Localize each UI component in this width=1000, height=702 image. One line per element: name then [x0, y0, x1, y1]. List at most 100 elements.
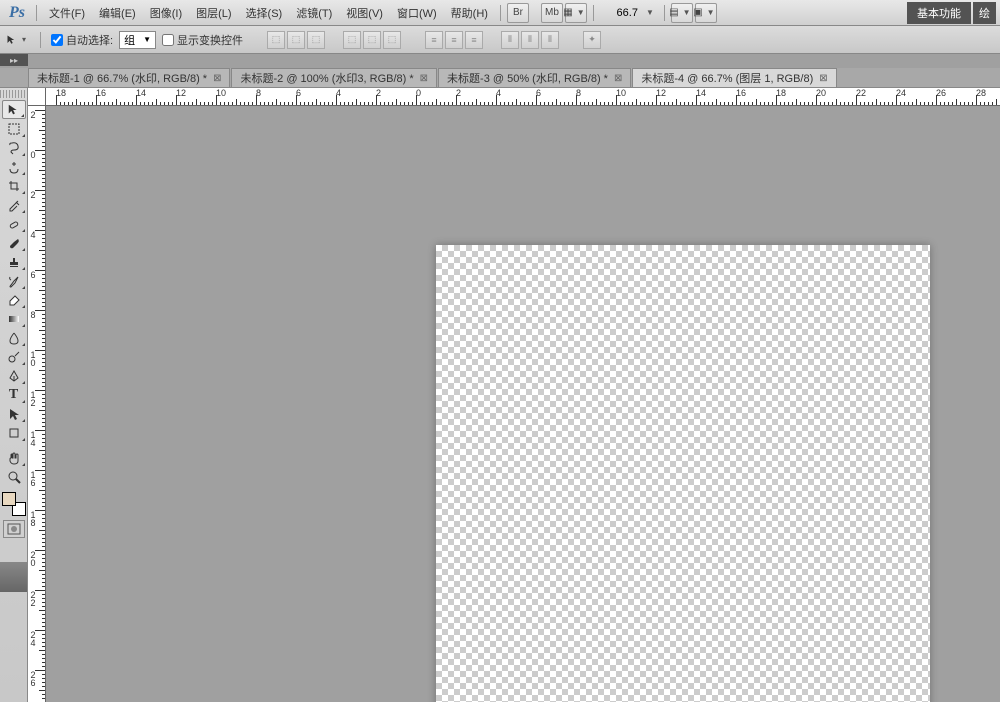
divider — [36, 5, 37, 21]
dodge-tool[interactable] — [2, 347, 26, 366]
auto-select-label: 自动选择: — [66, 32, 113, 48]
tab-label: 未标题-3 @ 50% (水印, RGB/8) * — [447, 70, 608, 86]
align-left-icon[interactable]: ⬚ — [343, 31, 361, 49]
distribute-top-icon[interactable]: ≡ — [425, 31, 443, 49]
screenmode-button[interactable]: ▦▼ — [565, 3, 587, 23]
align-vcenter-icon[interactable]: ⬚ — [287, 31, 305, 49]
distribute-group-2: ⦀ ⦀ ⦀ — [501, 31, 559, 49]
distribute-hcenter-icon[interactable]: ⦀ — [521, 31, 539, 49]
auto-select-checkbox[interactable]: 自动选择: — [51, 32, 113, 48]
auto-select-input[interactable] — [51, 34, 63, 46]
menu-edit[interactable]: 编辑(E) — [93, 2, 142, 24]
menu-layer[interactable]: 图层(L) — [190, 2, 237, 24]
toolbox: T — [0, 88, 28, 702]
auto-select-target[interactable]: 组 ▼ — [119, 31, 156, 49]
zoom-level[interactable]: 66.7 — [600, 7, 640, 19]
show-transform-input[interactable] — [162, 34, 174, 46]
distribute-left-icon[interactable]: ⦀ — [501, 31, 519, 49]
pen-tool[interactable] — [2, 366, 26, 385]
tab-label: 未标题-2 @ 100% (水印3, RGB/8) * — [240, 70, 413, 86]
menu-window[interactable]: 窗口(W) — [391, 2, 443, 24]
eraser-tool[interactable] — [2, 290, 26, 309]
ruler-origin[interactable] — [28, 88, 46, 106]
flyout-icon — [22, 305, 25, 308]
brush-tool[interactable] — [2, 233, 26, 252]
flyout-icon — [22, 381, 25, 384]
menu-help[interactable]: 帮助(H) — [445, 2, 494, 24]
close-icon[interactable]: ⊠ — [819, 73, 827, 84]
workspace-switcher-2[interactable]: 绘 — [973, 2, 996, 24]
close-icon[interactable]: ⊠ — [614, 73, 622, 84]
flyout-icon — [22, 400, 25, 403]
close-icon[interactable]: ⊠ — [420, 73, 428, 84]
menu-select[interactable]: 选择(S) — [240, 2, 289, 24]
vertical-ruler[interactable]: 202468101214161820222426 — [28, 106, 46, 702]
marquee-tool[interactable] — [2, 119, 26, 138]
zoom-tool[interactable] — [2, 467, 26, 486]
flyout-icon — [22, 134, 25, 137]
arrange-button[interactable]: ▤▼ — [671, 3, 693, 23]
stamp-tool[interactable] — [2, 252, 26, 271]
flyout-icon — [22, 267, 25, 270]
align-hcenter-icon[interactable]: ⬚ — [363, 31, 381, 49]
type-tool[interactable]: T — [2, 385, 26, 404]
chevron-down-icon[interactable]: ▼ — [642, 8, 658, 17]
auto-align-icon[interactable]: ✦ — [583, 31, 601, 49]
move-tool[interactable] — [2, 100, 26, 119]
distribute-right-icon[interactable]: ⦀ — [541, 31, 559, 49]
bridge-button[interactable]: Br — [507, 3, 529, 23]
menu-view[interactable]: 视图(V) — [340, 2, 389, 24]
heal-tool[interactable] — [2, 214, 26, 233]
blur-tool[interactable] — [2, 328, 26, 347]
flyout-icon — [22, 463, 25, 466]
document-canvas[interactable] — [436, 245, 930, 702]
workspace-switcher[interactable]: 基本功能 — [907, 2, 971, 24]
path-select-tool[interactable] — [2, 404, 26, 423]
toolbox-handle[interactable] — [0, 90, 27, 98]
close-icon[interactable]: ⊠ — [213, 73, 221, 84]
divider — [664, 5, 665, 21]
screenmode2-button[interactable]: ▣▼ — [695, 3, 717, 23]
minibridge-button[interactable]: Mb — [541, 3, 563, 23]
align-bottom-icon[interactable]: ⬚ — [307, 31, 325, 49]
quick-mask-toggle[interactable] — [3, 520, 25, 538]
shape-tool[interactable] — [2, 423, 26, 442]
distribute-vcenter-icon[interactable]: ≡ — [445, 31, 463, 49]
document-tab[interactable]: 未标题-1 @ 66.7% (水印, RGB/8) *⊠ — [28, 68, 230, 87]
align-right-icon[interactable]: ⬚ — [383, 31, 401, 49]
menu-image[interactable]: 图像(I) — [144, 2, 188, 24]
chevron-down-icon: ▼ — [703, 8, 719, 17]
menu-filter[interactable]: 滤镜(T) — [290, 2, 338, 24]
chevron-down-icon: ▾ — [18, 35, 30, 44]
hand-tool[interactable] — [2, 448, 26, 467]
foreground-color[interactable] — [2, 492, 16, 506]
panel-collapse-handle[interactable]: ▸▸ — [0, 54, 28, 66]
eyedropper-tool[interactable] — [2, 195, 26, 214]
document-tab-active[interactable]: 未标题-4 @ 66.7% (图层 1, RGB/8)⊠ — [632, 68, 836, 87]
flyout-icon — [22, 172, 25, 175]
document-tab[interactable]: 未标题-3 @ 50% (水印, RGB/8) * ⊠ — [438, 68, 631, 87]
color-swatches[interactable] — [2, 492, 26, 516]
show-transform-label: 显示变换控件 — [177, 32, 243, 48]
horizontal-ruler[interactable]: 1816141210864202468101214161820222426283… — [46, 88, 1000, 106]
divider — [500, 5, 501, 21]
lasso-tool[interactable] — [2, 138, 26, 157]
crop-tool[interactable] — [2, 176, 26, 195]
quick-select-tool[interactable] — [2, 157, 26, 176]
flyout-icon — [22, 153, 25, 156]
options-bar: ▾ 自动选择: 组 ▼ 显示变换控件 ⬚ ⬚ ⬚ ⬚ ⬚ ⬚ ≡ ≡ ≡ ⦀ ⦀… — [0, 26, 1000, 54]
history-brush-tool[interactable] — [2, 271, 26, 290]
gradient-tool[interactable] — [2, 309, 26, 328]
flyout-icon — [22, 248, 25, 251]
distribute-bottom-icon[interactable]: ≡ — [465, 31, 483, 49]
chevron-down-icon: ▼ — [679, 8, 695, 17]
flyout-icon — [22, 210, 25, 213]
work-area: T 18161412108642024681012141618202224262… — [0, 88, 1000, 702]
menu-file[interactable]: 文件(F) — [43, 2, 91, 24]
flyout-icon — [22, 229, 25, 232]
show-transform-checkbox[interactable]: 显示变换控件 — [162, 32, 243, 48]
app-logo: Ps — [4, 3, 30, 23]
align-group-2: ⬚ ⬚ ⬚ — [343, 31, 401, 49]
document-tab[interactable]: 未标题-2 @ 100% (水印3, RGB/8) * ⊠ — [231, 68, 437, 87]
align-top-icon[interactable]: ⬚ — [267, 31, 285, 49]
